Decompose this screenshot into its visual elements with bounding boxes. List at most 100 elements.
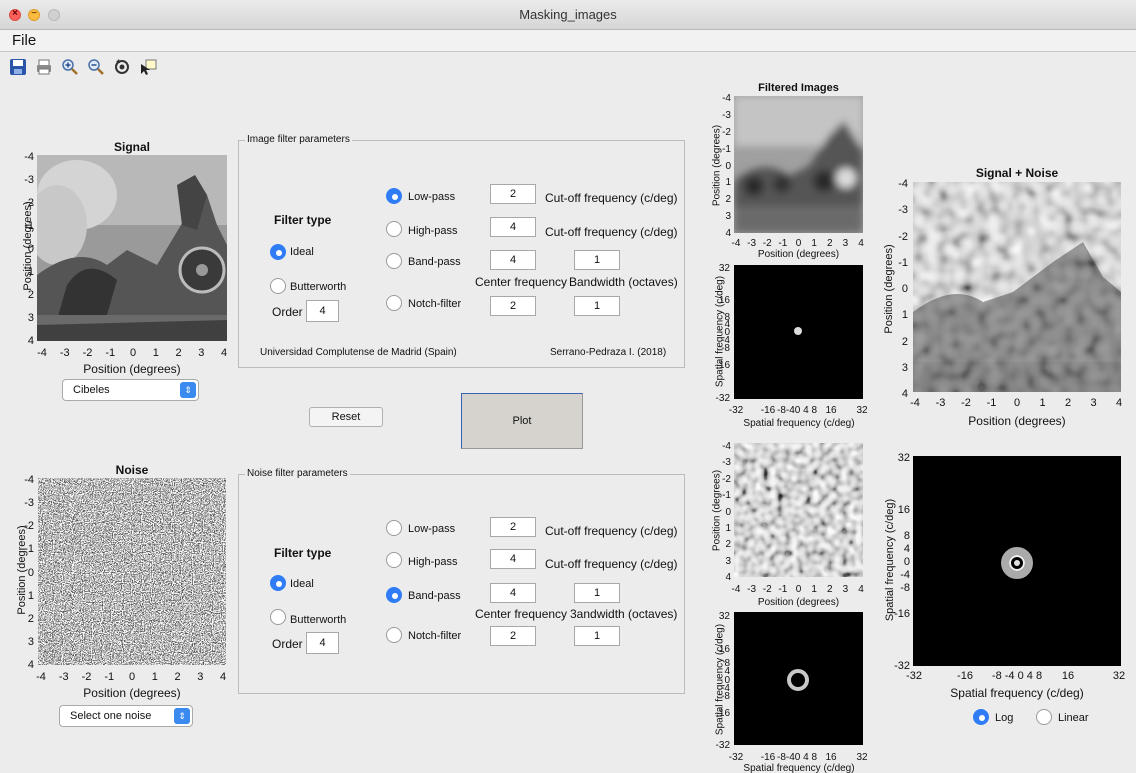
fs-ytick: -3 xyxy=(722,109,731,121)
image-highpass-cutoff-label: Cut-off frequency (c/deg) xyxy=(545,225,678,239)
cs-ytick: 16 xyxy=(897,504,910,516)
print-icon[interactable] xyxy=(34,58,54,78)
noise-highpass-label: High-pass xyxy=(408,556,458,568)
noise-select[interactable]: Select one noise ⇕ xyxy=(59,705,193,727)
noise-filter-panel-title: Noise filter parameters xyxy=(245,468,350,479)
cs-ytick: -8 xyxy=(900,582,910,594)
fn-ytick: -2 xyxy=(722,473,731,485)
fn-ytick: -1 xyxy=(722,490,731,502)
combined-spectrum xyxy=(913,456,1121,666)
image-band-width-input[interactable]: 1 xyxy=(574,250,620,270)
credit-author: Serrano-Pedraza I. (2018) xyxy=(550,347,667,358)
c-xtick: -3 xyxy=(935,397,946,409)
fn-ytick: -3 xyxy=(722,457,731,469)
filtered-noise-xlabel: Position (degrees) xyxy=(757,597,840,608)
c-ytick: -1 xyxy=(898,256,908,269)
credit-university: Universidad Complutense de Madrid (Spain… xyxy=(260,347,457,358)
fs-xtick: 4 xyxy=(858,238,864,249)
fn-ytick: 2 xyxy=(725,539,731,551)
image-notch-center-input[interactable]: 2 xyxy=(490,296,536,316)
signal-image-select[interactable]: Cibeles ⇕ xyxy=(62,379,199,401)
image-lowpass-radio[interactable] xyxy=(386,188,402,204)
combined-xlabel: Position (degrees) xyxy=(968,414,1066,428)
fn-ytick: 3 xyxy=(725,555,731,567)
noise-xtick: 4 xyxy=(219,671,227,683)
c-ytick: 1 xyxy=(901,309,908,322)
plot-button[interactable]: Plot xyxy=(461,393,583,449)
filtered-images-title: Filtered Images xyxy=(758,82,839,94)
fss-ytick: -32 xyxy=(715,393,730,404)
filtered-signal-image xyxy=(734,96,863,233)
noise-ytick: 4 xyxy=(27,659,34,671)
image-ideal-label: Ideal xyxy=(290,246,314,258)
image-ideal-radio[interactable] xyxy=(270,244,286,260)
noise-filter-panel: Noise filter parameters Filter type Idea… xyxy=(238,468,685,694)
zoom-out-icon[interactable] xyxy=(86,58,106,78)
reset-button[interactable]: Reset xyxy=(309,407,383,427)
noise-notch-width-input[interactable]: 1 xyxy=(574,626,620,646)
noise-ideal-radio[interactable] xyxy=(270,575,286,591)
c-xtick: 0 xyxy=(1013,397,1021,409)
noise-filter-type-label: Filter type xyxy=(274,546,332,560)
noise-butterworth-label: Butterworth xyxy=(290,614,347,626)
filtered-signal-spectrum-xlabel: Spatial frequency (c/deg) xyxy=(743,418,855,429)
noise-highpass-radio[interactable] xyxy=(386,552,402,568)
fns-ytick: 32 xyxy=(718,611,730,622)
noise-band-width-input[interactable]: 1 xyxy=(574,583,620,603)
noise-highpass-cutoff-label: Cut-off frequency (c/deg) xyxy=(545,557,678,571)
noise-ytick: -4 xyxy=(24,474,34,486)
noise-title: Noise xyxy=(115,463,149,477)
image-filter-panel-title: Image filter parameters xyxy=(245,134,352,145)
fs-ytick: -1 xyxy=(722,143,731,155)
image-notch-label: Notch-filter xyxy=(408,298,462,310)
noise-butterworth-radio[interactable] xyxy=(270,609,286,625)
fs-ytick: 1 xyxy=(725,177,731,189)
noise-order-input[interactable]: 4 xyxy=(306,632,339,654)
fss-ytick: -8 xyxy=(721,343,730,354)
image-butterworth-radio[interactable] xyxy=(270,278,286,294)
zoom-in-icon[interactable] xyxy=(60,58,80,78)
noise-band-center-input[interactable]: 4 xyxy=(490,583,536,603)
image-notch-radio[interactable] xyxy=(386,295,402,311)
image-lowpass-cutoff-input[interactable]: 2 xyxy=(490,184,536,204)
signal-image xyxy=(37,155,227,341)
data-cursor-icon[interactable] xyxy=(138,58,158,78)
image-lowpass-label: Low-pass xyxy=(408,191,456,203)
cs-xtick: 32 xyxy=(1112,670,1126,682)
image-notch-width-input[interactable]: 1 xyxy=(574,296,620,316)
image-highpass-radio[interactable] xyxy=(386,221,402,237)
noise-lowpass-cutoff-input[interactable]: 2 xyxy=(490,517,536,537)
scale-log-radio[interactable] xyxy=(973,709,989,725)
scale-log-label: Log xyxy=(995,712,1014,724)
noise-bandpass-radio[interactable] xyxy=(386,587,402,603)
fss-ytick: 16 xyxy=(718,295,730,306)
cs-ytick: 0 xyxy=(903,556,910,568)
fn-ytick: 1 xyxy=(725,522,731,534)
noise-ytick: 1 xyxy=(27,589,34,602)
menu-file[interactable]: File xyxy=(12,32,36,49)
image-lowpass-cutoff-label: Cut-off frequency (c/deg) xyxy=(545,191,678,205)
fn-ytick: 0 xyxy=(725,506,731,518)
toolbar xyxy=(0,53,1136,83)
noise-select-value: Select one noise xyxy=(70,710,152,722)
scale-linear-radio[interactable] xyxy=(1036,709,1052,725)
rotate-icon[interactable] xyxy=(112,58,132,78)
noise-notch-label: Notch-filter xyxy=(408,630,462,642)
c-xtick: -4 xyxy=(910,397,920,409)
c-ytick: 2 xyxy=(901,335,908,348)
noise-lowpass-radio[interactable] xyxy=(386,520,402,536)
image-butterworth-label: Butterworth xyxy=(290,281,347,293)
save-icon[interactable] xyxy=(8,58,28,78)
signal-ytick: 1 xyxy=(27,266,34,278)
image-highpass-cutoff-input[interactable]: 4 xyxy=(490,217,536,237)
noise-ideal-label: Ideal xyxy=(290,578,314,590)
image-bandwidth-label: Bandwidth (octaves) xyxy=(569,275,678,289)
noise-notch-center-input[interactable]: 2 xyxy=(490,626,536,646)
noise-highpass-cutoff-input[interactable]: 4 xyxy=(490,549,536,569)
combined-title: Signal + Noise xyxy=(975,166,1059,180)
image-bandpass-radio[interactable] xyxy=(386,253,402,269)
image-band-center-input[interactable]: 4 xyxy=(490,250,536,270)
noise-notch-radio[interactable] xyxy=(386,627,402,643)
c-xtick: -1 xyxy=(986,397,997,409)
image-order-input[interactable]: 4 xyxy=(306,300,339,322)
